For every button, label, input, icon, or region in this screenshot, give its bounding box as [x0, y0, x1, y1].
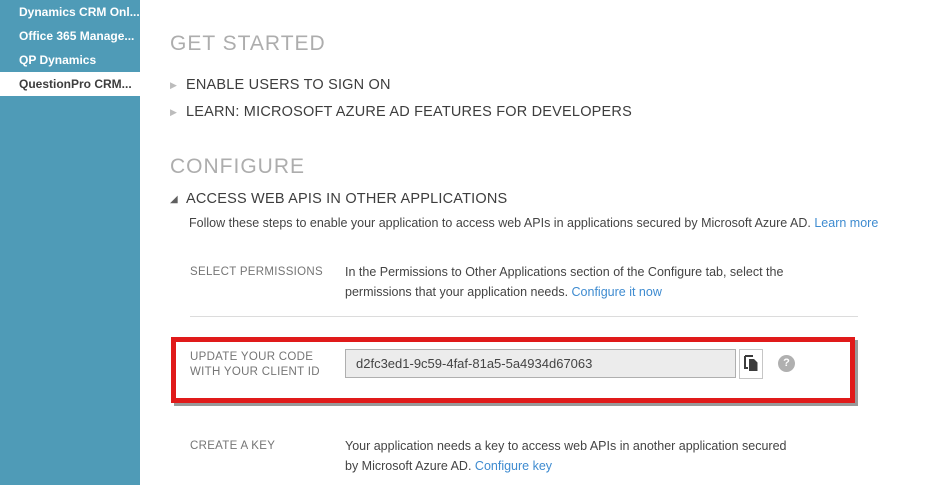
sidebar-item-office-365[interactable]: Office 365 Manage...: [0, 24, 140, 48]
sidebar-item-questionpro-crm[interactable]: QuestionPro CRM...: [0, 72, 140, 96]
create-key-text: Your application needs a key to access w…: [345, 436, 795, 476]
select-permissions-row: SELECT PERMISSIONS In the Permissions to…: [190, 262, 858, 302]
application-quickstart-panel: GET STARTED ▶ ENABLE USERS TO SIGN ON ▶ …: [170, 0, 880, 476]
select-permissions-text: In the Permissions to Other Applications…: [345, 262, 795, 302]
section-label: ENABLE USERS TO SIGN ON: [186, 76, 391, 95]
row-text: Your application needs a key to access w…: [345, 439, 787, 473]
applications-sidebar: Dynamics CRM Onl... Office 365 Manage...…: [0, 0, 140, 485]
chevron-right-icon: ▶: [170, 76, 186, 95]
client-id-input[interactable]: [345, 349, 736, 378]
section-access-web-apis[interactable]: ◢ ACCESS WEB APIS IN OTHER APPLICATIONS: [170, 190, 880, 209]
configure-key-link[interactable]: Configure key: [475, 459, 552, 473]
expanded-triangle-icon: ◢: [170, 190, 186, 209]
section-learn-azure-ad-features[interactable]: ▶ LEARN: MICROSOFT AZURE AD FEATURES FOR…: [170, 103, 880, 122]
configure-it-now-link[interactable]: Configure it now: [572, 285, 662, 299]
sidebar-item-qp-dynamics[interactable]: QP Dynamics: [0, 48, 140, 72]
learn-more-link[interactable]: Learn more: [814, 216, 878, 230]
configure-steps-table: SELECT PERMISSIONS In the Permissions to…: [190, 262, 858, 476]
section-label: LEARN: MICROSOFT AZURE AD FEATURES FOR D…: [186, 103, 632, 122]
sidebar-item-dynamics-crm[interactable]: Dynamics CRM Onl...: [0, 0, 140, 24]
client-id-row: UPDATE YOUR CODE WITH YOUR CLIENT ID ?: [190, 347, 858, 380]
row-text: In the Permissions to Other Applications…: [345, 265, 783, 299]
chevron-right-icon: ▶: [170, 103, 186, 122]
copy-button[interactable]: [739, 349, 763, 379]
configure-heading: CONFIGURE: [170, 154, 880, 179]
row-separator: [190, 316, 858, 317]
create-key-row: CREATE A KEY Your application needs a ke…: [190, 436, 858, 476]
copy-icon: [743, 355, 758, 372]
get-started-heading: GET STARTED: [170, 31, 880, 56]
section-enable-users-sign-on[interactable]: ▶ ENABLE USERS TO SIGN ON: [170, 76, 880, 95]
section-label: ACCESS WEB APIS IN OTHER APPLICATIONS: [186, 190, 507, 209]
create-key-label: CREATE A KEY: [190, 436, 345, 476]
access-web-apis-description: Follow these steps to enable your applic…: [189, 215, 880, 232]
client-id-controls: ?: [345, 347, 795, 380]
select-permissions-label: SELECT PERMISSIONS: [190, 262, 345, 302]
client-id-label: UPDATE YOUR CODE WITH YOUR CLIENT ID: [190, 347, 345, 380]
description-text: Follow these steps to enable your applic…: [189, 216, 811, 230]
help-icon[interactable]: ?: [778, 355, 795, 372]
